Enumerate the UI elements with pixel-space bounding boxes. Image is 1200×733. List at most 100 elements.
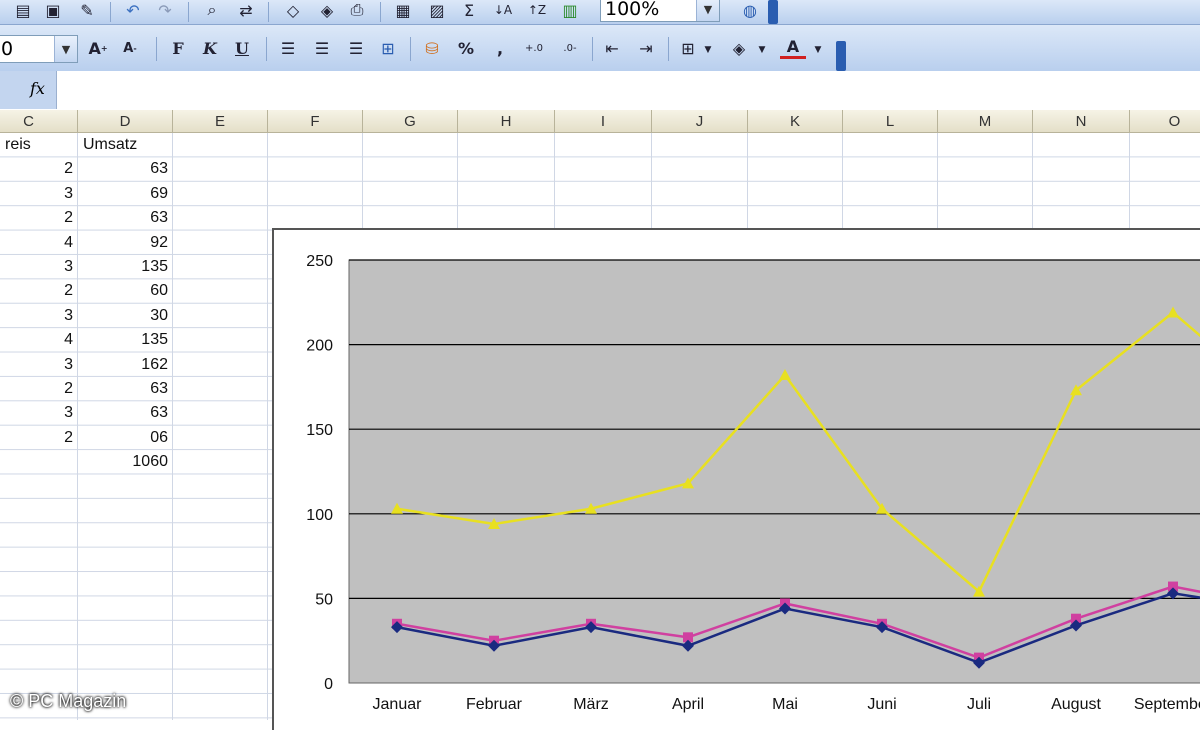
sort-descending-icon[interactable]: ↑Z <box>526 0 548 20</box>
cell-c[interactable]: 4 <box>0 328 78 352</box>
cell-d[interactable]: 60 <box>78 279 173 303</box>
chevron-down-icon[interactable]: ▼ <box>756 39 768 61</box>
column-header-k[interactable]: K <box>748 110 843 132</box>
formula-input[interactable] <box>60 71 1200 109</box>
eraser-icon[interactable]: ◇ <box>282 0 304 20</box>
cell-c[interactable]: 3 <box>0 353 78 377</box>
column-header-l[interactable]: L <box>843 110 938 132</box>
new-document-icon[interactable]: ▤ <box>12 0 34 20</box>
cell-d[interactable]: 92 <box>78 231 173 255</box>
function-icon[interactable]: fx <box>30 79 45 98</box>
align-right-icon[interactable]: ☰ <box>344 37 368 59</box>
align-center-icon[interactable]: ☰ <box>310 37 334 59</box>
toolbar-options-icon[interactable] <box>768 0 778 24</box>
cell-c[interactable]: 3 <box>0 182 78 206</box>
fill-color-icon[interactable]: ◈ <box>726 37 752 59</box>
bold-button[interactable]: F <box>166 37 190 59</box>
column-header-d[interactable]: D <box>78 110 173 132</box>
save-icon[interactable]: ▣ <box>42 0 64 20</box>
borders-icon[interactable]: ⊞ <box>676 37 700 59</box>
cell-d[interactable]: 06 <box>78 426 173 450</box>
font-color-label: A <box>786 37 800 56</box>
cell-d[interactable]: 63 <box>78 377 173 401</box>
cell-c[interactable]: 3 <box>0 304 78 328</box>
column-headers: CDEFGHIJKLMNO <box>0 110 1200 133</box>
insert-table-icon[interactable]: ▦ <box>392 0 414 20</box>
column-header-e[interactable]: E <box>173 110 268 132</box>
decrease-font-icon[interactable]: A- <box>118 37 142 59</box>
chart-wizard-icon[interactable]: ▥ <box>558 0 582 20</box>
align-left-icon[interactable]: ☰ <box>276 37 300 59</box>
redo-icon[interactable]: ↷ <box>154 0 176 20</box>
underline-button[interactable]: U <box>230 37 254 59</box>
y-tick-label: 250 <box>306 253 333 270</box>
cell-d[interactable]: 63 <box>78 206 173 230</box>
cell-header-umsatz[interactable]: Umsatz <box>78 133 173 157</box>
chevron-down-icon[interactable]: ▼ <box>54 36 77 62</box>
cell-c[interactable]: 3 <box>0 401 78 425</box>
currency-icon[interactable]: ⛁ <box>420 37 444 59</box>
column-header-i[interactable]: I <box>555 110 652 132</box>
undo-icon[interactable]: ↶ <box>122 0 144 20</box>
font-size-value: 0 <box>1 38 14 60</box>
cell-header-price[interactable]: reis <box>0 133 78 157</box>
cell-c[interactable]: 2 <box>0 206 78 230</box>
toolbar-separator <box>110 2 111 22</box>
column-header-f[interactable]: F <box>268 110 363 132</box>
thousands-separator-button[interactable]: , <box>488 37 512 59</box>
format-painter-icon[interactable]: ✎ <box>76 0 98 20</box>
sort-ascending-icon[interactable]: ↓A <box>492 0 514 20</box>
cell-c[interactable]: 2 <box>0 377 78 401</box>
autosum-icon[interactable]: Σ <box>458 0 480 20</box>
font-color-button[interactable]: A <box>780 37 806 59</box>
cell-d[interactable]: 1060 <box>78 450 173 474</box>
chevron-down-icon[interactable]: ▼ <box>812 39 824 61</box>
decrease-decimal-icon[interactable]: .0- <box>556 37 584 59</box>
name-box[interactable]: fx <box>0 71 57 109</box>
cell-d[interactable]: 135 <box>78 328 173 352</box>
toolbar-separator <box>410 37 411 61</box>
italic-button[interactable]: K <box>198 37 222 59</box>
find-icon[interactable]: ⌕ <box>200 0 224 20</box>
cell-c[interactable]: 3 <box>0 255 78 279</box>
x-tick-label: Februar <box>466 696 523 713</box>
increase-font-icon[interactable]: A + <box>86 37 110 59</box>
font-size-select[interactable]: 0 ▼ <box>0 35 78 63</box>
cell-c[interactable]: 4 <box>0 231 78 255</box>
toolbar-options-icon[interactable] <box>836 41 846 71</box>
percent-button[interactable]: % <box>454 37 478 59</box>
column-header-j[interactable]: J <box>652 110 748 132</box>
globe-help-icon[interactable]: ◍ <box>738 0 762 20</box>
x-tick-label: Januar <box>373 696 423 713</box>
decrease-indent-icon[interactable]: ⇤ <box>600 37 624 59</box>
column-header-h[interactable]: H <box>458 110 555 132</box>
cell-d[interactable]: 135 <box>78 255 173 279</box>
clear-format-icon[interactable]: ◈ <box>316 0 338 20</box>
toolbar-separator <box>380 2 381 22</box>
cell-d[interactable]: 162 <box>78 353 173 377</box>
cell-d[interactable]: 69 <box>78 182 173 206</box>
cell-d[interactable]: 63 <box>78 401 173 425</box>
cell-d[interactable]: 63 <box>78 157 173 181</box>
increase-indent-icon[interactable]: ⇥ <box>634 37 658 59</box>
autosum-label: Σ <box>463 0 475 20</box>
zoom-select[interactable]: 100% ▼ <box>600 0 720 22</box>
column-header-c[interactable]: C <box>0 110 78 132</box>
column-header-o[interactable]: O <box>1130 110 1200 132</box>
merge-center-icon[interactable]: ⊞ <box>376 37 400 59</box>
print-icon[interactable]: ⎙ <box>346 0 368 20</box>
chevron-down-icon[interactable]: ▼ <box>702 39 714 61</box>
cell-c[interactable]: 2 <box>0 279 78 303</box>
line-chart[interactable]: 0 50 100 150 200 250 Januar Februar März April Mai… <box>272 228 1200 730</box>
cell-c[interactable]: 2 <box>0 157 78 181</box>
column-header-m[interactable]: M <box>938 110 1033 132</box>
chevron-down-icon[interactable]: ▼ <box>696 0 719 21</box>
print-preview-icon[interactable]: ▨ <box>426 0 448 20</box>
y-tick-label: 200 <box>306 338 333 355</box>
column-header-n[interactable]: N <box>1033 110 1130 132</box>
increase-decimal-icon[interactable]: +.0 <box>520 37 548 59</box>
cell-d[interactable]: 30 <box>78 304 173 328</box>
cell-c[interactable]: 2 <box>0 426 78 450</box>
replace-icon[interactable]: ⇄ <box>234 0 258 20</box>
column-header-g[interactable]: G <box>363 110 458 132</box>
